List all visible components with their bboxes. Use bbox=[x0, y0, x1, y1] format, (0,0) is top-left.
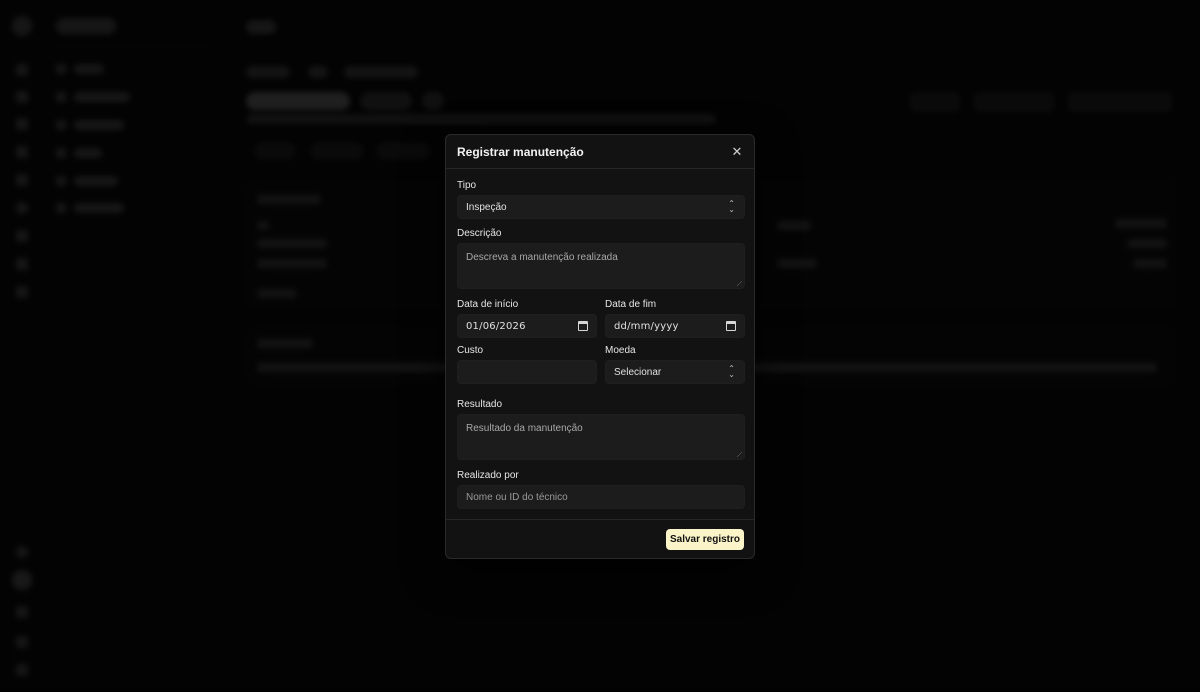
moeda-value: Selecionar bbox=[614, 366, 662, 378]
close-button[interactable]: ✕ bbox=[728, 143, 746, 161]
calendar-icon[interactable] bbox=[578, 321, 588, 331]
descricao-placeholder: Descreva a manutenção realizada bbox=[466, 252, 618, 263]
modal-header: Registrar manutenção ✕ bbox=[446, 135, 754, 169]
moeda-select[interactable]: Selecionar ⌃ ⌄ bbox=[605, 360, 745, 384]
resize-grip-icon[interactable] bbox=[736, 451, 742, 457]
resultado-placeholder: Resultado da manutenção bbox=[466, 423, 583, 434]
chevron-up-down-icon: ⌃ ⌄ bbox=[728, 364, 735, 379]
calendar-icon[interactable] bbox=[726, 321, 736, 331]
close-icon: ✕ bbox=[731, 144, 743, 159]
data-inicio-input[interactable]: 01/06/2026 bbox=[457, 314, 597, 338]
modal-footer-divider bbox=[446, 519, 754, 520]
resultado-label: Resultado bbox=[457, 399, 503, 410]
realizado-por-input[interactable]: Nome ou ID do técnico bbox=[457, 485, 745, 509]
maintenance-modal: Registrar manutenção ✕ Tipo Inspeção ⌃ ⌄ … bbox=[445, 134, 755, 559]
data-fim-label: Data de fim bbox=[605, 299, 657, 310]
realizado-por-placeholder: Nome ou ID do técnico bbox=[466, 491, 568, 503]
resize-grip-icon[interactable] bbox=[736, 280, 742, 286]
custo-label: Custo bbox=[457, 345, 484, 356]
descricao-label: Descrição bbox=[457, 228, 502, 239]
data-inicio-value: 01/06/2026 bbox=[466, 320, 526, 332]
save-button[interactable]: Salvar registro bbox=[666, 529, 744, 550]
tipo-label: Tipo bbox=[457, 180, 477, 191]
data-fim-input[interactable]: dd/mm/yyyy bbox=[605, 314, 745, 338]
tipo-value: Inspeção bbox=[466, 201, 507, 213]
moeda-label: Moeda bbox=[605, 345, 636, 356]
chevron-up-down-icon: ⌃ ⌄ bbox=[728, 199, 735, 214]
descricao-textarea[interactable]: Descreva a manutenção realizada bbox=[457, 243, 745, 289]
tipo-select[interactable]: Inspeção ⌃ ⌄ bbox=[457, 195, 745, 219]
custo-input[interactable] bbox=[457, 360, 597, 384]
data-fim-placeholder: dd/mm/yyyy bbox=[614, 320, 679, 332]
modal-title: Registrar manutenção bbox=[457, 145, 584, 159]
data-inicio-label: Data de início bbox=[457, 299, 519, 310]
realizado-por-label: Realizado por bbox=[457, 470, 519, 481]
resultado-textarea[interactable]: Resultado da manutenção bbox=[457, 414, 745, 460]
